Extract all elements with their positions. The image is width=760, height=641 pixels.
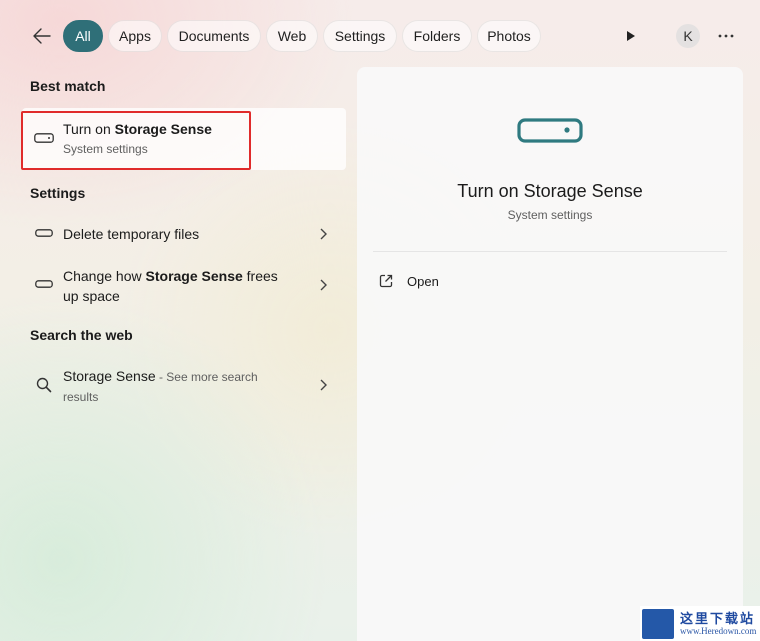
watermark-en-text: www.Heredown.com (680, 625, 757, 636)
more-options-button[interactable] (712, 24, 740, 48)
account-avatar[interactable]: K (676, 24, 700, 48)
detail-subtitle: System settings (507, 208, 593, 222)
web-search-query: Storage Sense - See more search (63, 368, 258, 384)
open-label: Open (407, 273, 439, 289)
filter-folders[interactable]: Folders (402, 20, 472, 52)
web-search-hint-line2: results (63, 390, 99, 404)
drive-icon (35, 229, 53, 237)
detail-title: Turn on Storage Sense (457, 181, 643, 201)
settings-item-label: Change how Storage Sense frees (63, 268, 278, 284)
chevron-right-icon (320, 379, 327, 391)
ellipsis-icon (718, 34, 734, 38)
drive-icon (35, 280, 53, 288)
back-button[interactable] (28, 24, 56, 48)
open-action[interactable]: Open (379, 268, 439, 294)
back-arrow-icon (33, 28, 51, 44)
web-search-hint: - See more search (155, 370, 258, 384)
divider (373, 251, 727, 252)
chevron-right-icon (320, 279, 327, 291)
search-icon (36, 377, 52, 393)
watermark-cn-text: 这里下载站 (680, 610, 756, 626)
drive-icon-large (517, 118, 583, 143)
watermark: 这里下载站 www.Heredown.com (640, 606, 760, 641)
filter-settings[interactable]: Settings (323, 20, 397, 52)
filter-all[interactable]: All (63, 20, 103, 52)
filter-apps[interactable]: Apps (108, 20, 162, 52)
detail-panel: Turn on Storage Sense System settings Op… (357, 67, 743, 641)
filter-documents[interactable]: Documents (167, 20, 261, 52)
play-icon (627, 31, 635, 41)
filter-web[interactable]: Web (266, 20, 318, 52)
watermark-logo (642, 608, 674, 639)
chevron-right-icon (320, 228, 327, 240)
play-button[interactable] (620, 26, 642, 46)
settings-item-label-line2: up space (63, 288, 120, 304)
best-match-subtitle: System settings (63, 142, 148, 156)
settings-item-label: Delete temporary files (63, 226, 200, 242)
open-external-icon (379, 274, 393, 288)
filter-photos[interactable]: Photos (477, 20, 541, 52)
settings-heading: Settings (30, 185, 86, 201)
drive-icon (34, 133, 54, 143)
best-match-title: Turn on Storage Sense (63, 121, 212, 137)
web-search-heading: Search the web (30, 327, 133, 343)
best-match-heading: Best match (30, 78, 106, 94)
